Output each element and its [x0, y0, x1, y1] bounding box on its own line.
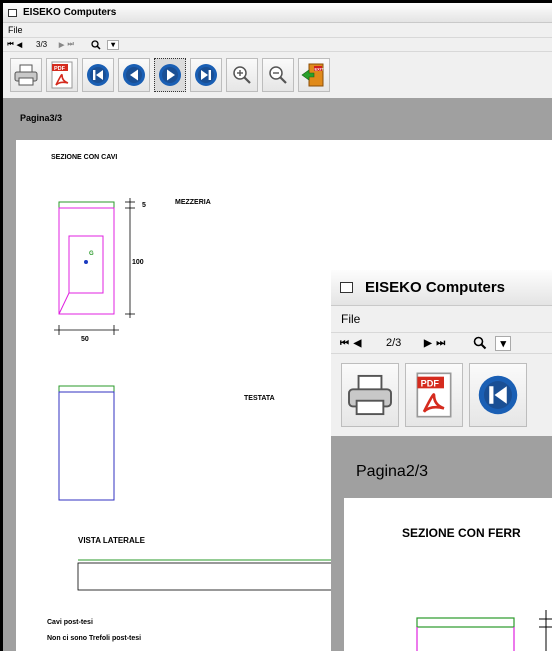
next-page-button[interactable]: ▶ [57, 41, 66, 49]
front-toolbar: PDF [331, 354, 552, 436]
front-next-page-button[interactable]: ▶ [421, 338, 434, 349]
zoom-out-icon [269, 66, 287, 84]
print-button[interactable] [10, 58, 42, 92]
front-app-icon [340, 282, 353, 293]
front-pdf-button[interactable]: PDF [405, 363, 463, 427]
zoom-dropdown[interactable]: ▾ [107, 39, 120, 50]
front-menu-file[interactable]: File [341, 312, 360, 326]
exit-icon: EXIT [301, 63, 324, 87]
front-first-page-toolbar-button[interactable] [469, 363, 527, 427]
window-title: EISEKO Computers [23, 7, 117, 18]
front-page-nav-bar: ⏮ ◀ 2/3 ▶ ⏭ ▾ [331, 332, 552, 354]
first-page-icon [87, 64, 109, 86]
zoom-out-button[interactable] [262, 58, 294, 92]
printer-icon [14, 64, 38, 86]
front-pdf-icon: PDF [416, 372, 452, 418]
svg-text:PDF: PDF [421, 379, 440, 389]
front-title-bar[interactable]: EISEKO Computers [331, 270, 552, 306]
front-last-page-button[interactable]: ⏭ [434, 338, 447, 349]
next-page-toolbar-button[interactable] [154, 58, 186, 92]
svg-text:PDF: PDF [54, 66, 66, 72]
page-indicator: 3/3 [36, 40, 48, 49]
last-page-icon [195, 64, 217, 86]
last-page-button[interactable]: ⏭ [66, 41, 75, 49]
zoom-in-button[interactable] [226, 58, 258, 92]
front-menu-bar: File [331, 306, 552, 332]
zoom-in-icon [233, 66, 251, 84]
exit-button[interactable]: EXIT [298, 58, 330, 92]
front-zoom-dropdown[interactable]: ▾ [495, 335, 512, 351]
menu-file[interactable]: File [8, 25, 23, 35]
front-page-indicator: 2/3 [386, 337, 402, 349]
title-bar[interactable]: EISEKO Computers [3, 3, 552, 23]
front-first-page-button[interactable]: ⏮ [338, 338, 351, 349]
menu-bar: File [3, 23, 552, 37]
first-page-toolbar-button[interactable] [82, 58, 114, 92]
front-previous-page-button[interactable]: ◀ [351, 338, 364, 349]
front-printer-icon [348, 374, 392, 416]
search-icon[interactable] [85, 39, 107, 50]
front-print-button[interactable] [341, 363, 399, 427]
next-page-icon [159, 64, 181, 86]
svg-text:EXIT: EXIT [315, 66, 324, 71]
pdf-button[interactable]: PDF [46, 58, 78, 92]
page-nav-bar: ⏮ ◀ 3/3 ▶ ⏭ ▾ [3, 37, 552, 52]
front-page-label: Pagina2/3 [356, 463, 429, 480]
toolbar: PDF EXIT [3, 52, 552, 98]
page-label: Pagina3/3 [20, 113, 63, 123]
front-page-viewer[interactable]: Pagina2/3 SEZIONE CON FERR [331, 436, 552, 651]
first-page-button[interactable]: ⏮ [6, 41, 15, 49]
app-icon [8, 8, 17, 17]
previous-page-button[interactable]: ◀ [15, 41, 24, 49]
last-page-toolbar-button[interactable] [190, 58, 222, 92]
front-window-title: EISEKO Computers [365, 279, 506, 296]
pdf-icon: PDF [51, 61, 73, 89]
previous-page-icon [123, 64, 145, 86]
front-window: EISEKO Computers File ⏮ ◀ 2/3 ▶ ⏭ ▾ PDF … [331, 270, 552, 651]
front-section-drawing [416, 610, 552, 651]
previous-page-toolbar-button[interactable] [118, 58, 150, 92]
front-first-page-icon [478, 375, 518, 415]
front-search-icon[interactable] [465, 336, 495, 350]
front-document-page: SEZIONE CON FERR [344, 498, 552, 651]
